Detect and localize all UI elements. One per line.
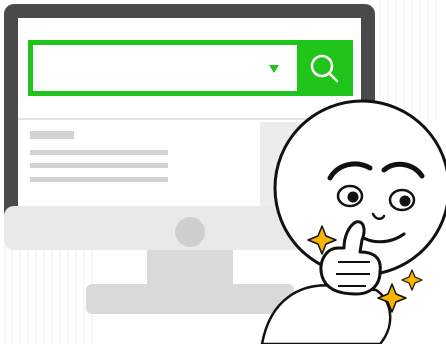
character-left-pupil xyxy=(347,191,359,203)
monitor-stand xyxy=(147,250,233,286)
search-input-text[interactable] xyxy=(40,51,250,83)
character-right-pupil xyxy=(399,195,411,207)
content-line-1 xyxy=(30,150,168,155)
illustration-root xyxy=(0,0,446,344)
content-line-2 xyxy=(30,163,168,168)
thumbs-up-character xyxy=(260,99,446,344)
content-heading-bar xyxy=(30,131,74,139)
sparkle-icon xyxy=(401,269,423,291)
monitor-power-button xyxy=(175,217,205,247)
monitor-base xyxy=(86,284,294,314)
content-line-3 xyxy=(30,177,168,182)
